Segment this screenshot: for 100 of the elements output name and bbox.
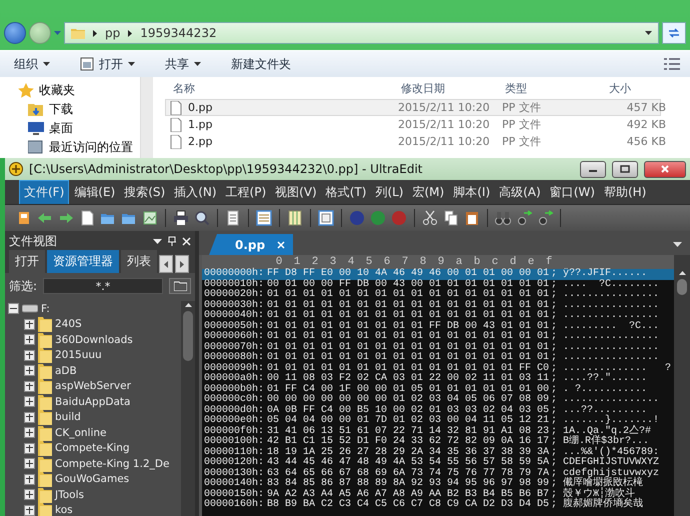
hex-row[interactable]: 00000050h: 01 01 01 01 01 01 01 01 01 FF DB 00 43 01 01 01 ; ......... ?C...: [202, 322, 674, 332]
scrollbar[interactable]: [140, 77, 153, 159]
table-button[interactable]: [317, 209, 335, 227]
hex-row[interactable]: 000000e0h: 05 04 04 00 00 01 7D 01 02 03 00 04 11 05 12 21 ; .......}.......!: [202, 416, 674, 426]
scrollbar[interactable]: [674, 255, 690, 516]
menu-item[interactable]: 编辑(E): [70, 180, 120, 204]
breadcrumb[interactable]: pp: [105, 26, 120, 40]
column-header[interactable]: 修改日期: [399, 80, 503, 96]
view-list-icon[interactable]: [664, 58, 680, 70]
binoculars-button[interactable]: [494, 209, 512, 227]
expand-toggle-icon[interactable]: [24, 427, 35, 438]
sidebar-item[interactable]: 下载: [18, 101, 140, 117]
hex-grid-button[interactable]: [255, 209, 273, 227]
hex-row[interactable]: 000000a0h: 00 11 08 03 F2 02 CA 03 01 22 00 02 11 01 03 11 ; ....??."......: [202, 374, 674, 384]
menu-item[interactable]: 脚本(I): [449, 180, 494, 204]
address-bar[interactable]: pp 1959344232: [64, 22, 659, 44]
hex-row[interactable]: 00000100h: 42 B1 C1 15 52 D1 F0 24 33 62 72 82 09 0A 16 17 ; B绷.R佯$3br?...: [202, 437, 674, 448]
tree-item[interactable]: BaiduAppData: [8, 394, 181, 410]
scrollbar-thumb[interactable]: [677, 279, 687, 295]
expand-toggle-icon[interactable]: [24, 334, 35, 346]
sidebar-item[interactable]: 桌面: [18, 120, 140, 136]
hex-row[interactable]: 000000b0h: 01 FF C4 00 1F 00 00 01 05 01 01 01 01 01 01 00 ; . ?...........: [202, 384, 674, 395]
close-icon[interactable]: [182, 236, 191, 246]
menu-item[interactable]: 宏(M): [408, 180, 448, 204]
hex-row[interactable]: 00000120h: 43 44 45 46 47 48 49 4A 53 54 55 56 57 58 59 5A ; CDEFGHIJSTUVWXYZ: [202, 458, 674, 468]
scroll-right-button[interactable]: [175, 255, 189, 273]
hex-row[interactable]: 00000130h: 63 64 65 66 67 68 69 6A 73 74 75 76 77 78 79 7A ; cdefghijstuvwxyz: [202, 468, 674, 479]
menu-item[interactable]: 插入(N): [170, 180, 221, 204]
menu-item[interactable]: 列(L): [371, 180, 408, 204]
tree-item[interactable]: Compete-King 1.2_De: [8, 456, 181, 472]
tree-item[interactable]: aspWebServer: [8, 378, 181, 394]
sidebar-item[interactable]: 收藏夹: [18, 82, 140, 98]
expand-toggle-icon[interactable]: [24, 489, 35, 500]
tree-item[interactable]: JTools: [8, 487, 181, 502]
selected-row[interactable]: 00000000h: FF D8 FF E0 00 10 4A 46 49 46 00 01 01 00 00 01 ; ÿ??.JFIF......: [202, 269, 674, 280]
expand-toggle-icon[interactable]: [24, 396, 35, 408]
hex-row[interactable]: 00000020h: 01 01 01 01 01 01 01 01 01 01 01 01 01 01 01 01 ; ................: [202, 290, 674, 300]
expand-toggle-icon[interactable]: [24, 365, 35, 376]
find-arrow-button[interactable]: [536, 209, 554, 227]
expand-toggle-icon[interactable]: [24, 380, 35, 392]
hex-row[interactable]: 00000030h: 01 01 01 01 01 01 01 01 01 01 01 01 01 01 01 01 ; ................: [202, 300, 674, 311]
hex-row[interactable]: 00000110h: 18 19 1A 25 26 27 28 29 2A 34 35 36 37 38 39 3A ; ...%&'()*456789:: [202, 448, 674, 458]
toolbar-button[interactable]: 新建文件夹: [227, 54, 295, 74]
dropdown-icon[interactable]: [153, 238, 162, 244]
tree-item[interactable]: 2015uuu: [8, 348, 181, 363]
close-button[interactable]: [644, 160, 686, 178]
panel-tab[interactable]: 列表: [121, 250, 157, 273]
expand-toggle-icon[interactable]: [24, 412, 35, 423]
hex-row[interactable]: 00000160h: B8 B9 BA C2 C3 C4 C5 C6 C7 C8 C9 CA D2 D3 D4 D5 ; 腹郝媚牌侨墒矣哉: [202, 500, 674, 510]
hex-row[interactable]: 00000040h: 01 01 01 01 01 01 01 01 01 01 01 01 01 01 01 01 ; ................: [202, 311, 674, 322]
breadcrumb[interactable]: 1959344232: [140, 26, 217, 40]
tree-item[interactable]: 360Downloads: [8, 332, 181, 348]
hex-row[interactable]: 000000d0h: 0A 0B FF C4 00 B5 10 00 02 01 03 03 02 04 03 05 ; ...??.........: [202, 406, 674, 416]
hex-row[interactable]: 00000060h: 01 01 01 01 01 01 01 01 01 01 01 01 01 01 01 01 ; ................: [202, 332, 674, 342]
tree-item[interactable]: F:: [8, 301, 181, 316]
hex-row[interactable]: 000000c0h: 00 00 00 00 00 00 00 01 02 03 04 05 06 07 08 09 ; ................: [202, 395, 674, 406]
filter-field[interactable]: *.*: [43, 278, 163, 294]
menu-item[interactable]: 工程(P): [222, 180, 270, 204]
sidebar-item[interactable]: 最近访问的位置: [18, 139, 140, 155]
printer-button[interactable]: [172, 209, 190, 227]
collapse-toggle-icon[interactable]: [8, 303, 19, 314]
menu-item[interactable]: 视图(V): [271, 180, 321, 204]
menu-item[interactable]: 格式(T): [322, 180, 370, 204]
expand-toggle-icon[interactable]: [24, 350, 35, 361]
scroll-left-button[interactable]: [159, 255, 173, 273]
tree-item[interactable]: 240S: [8, 316, 181, 332]
up-arrow-icon[interactable]: [678, 271, 686, 275]
tree-item[interactable]: build: [8, 410, 181, 425]
expand-toggle-icon[interactable]: [24, 318, 35, 330]
tree-item[interactable]: CK_online: [8, 425, 181, 440]
toolbar-button[interactable]: 组织: [10, 54, 54, 74]
back-button[interactable]: [4, 22, 26, 44]
columns-button[interactable]: [286, 209, 304, 227]
scissors-button[interactable]: [421, 209, 439, 227]
column-header[interactable]: 类型: [503, 80, 607, 96]
menu-item[interactable]: 搜索(S): [120, 180, 170, 204]
expand-toggle-icon[interactable]: [24, 458, 35, 470]
column-header[interactable]: 大小: [607, 80, 667, 96]
panel-tab[interactable]: 打开: [9, 250, 45, 273]
menu-item[interactable]: 高级(A): [495, 180, 545, 204]
menu-item[interactable]: 窗口(W): [546, 180, 599, 204]
toolbar-button[interactable]: 共享: [161, 54, 205, 74]
toolbar-button[interactable]: 打开: [76, 54, 139, 74]
hex-row[interactable]: 00000070h: 01 01 01 01 01 01 01 01 01 01 01 01 01 01 01 01 ; ................: [202, 342, 674, 353]
minimize-button[interactable]: [580, 160, 606, 178]
refresh-button[interactable]: [662, 22, 686, 44]
expand-toggle-icon[interactable]: [24, 442, 35, 454]
menu-item[interactable]: 文件(F): [19, 180, 70, 204]
menu-item[interactable]: 帮助(H): [600, 180, 650, 204]
dropdown-icon[interactable]: [673, 242, 682, 247]
up-arrow-icon[interactable]: [184, 303, 192, 307]
tree-item[interactable]: kos: [8, 502, 181, 516]
scrollbar[interactable]: [181, 301, 195, 516]
hex-row[interactable]: 00000010h: 00 01 00 00 FF DB 00 43 00 01 01 01 01 01 01 01 ; .... ?C........: [202, 280, 674, 290]
expand-toggle-icon[interactable]: [24, 474, 35, 485]
pin-icon[interactable]: [168, 236, 176, 246]
maximize-button[interactable]: [612, 160, 638, 178]
scrollbar-thumb[interactable]: [183, 311, 193, 361]
caret-icon[interactable]: [54, 31, 61, 35]
find-arrow-button[interactable]: [515, 209, 533, 227]
